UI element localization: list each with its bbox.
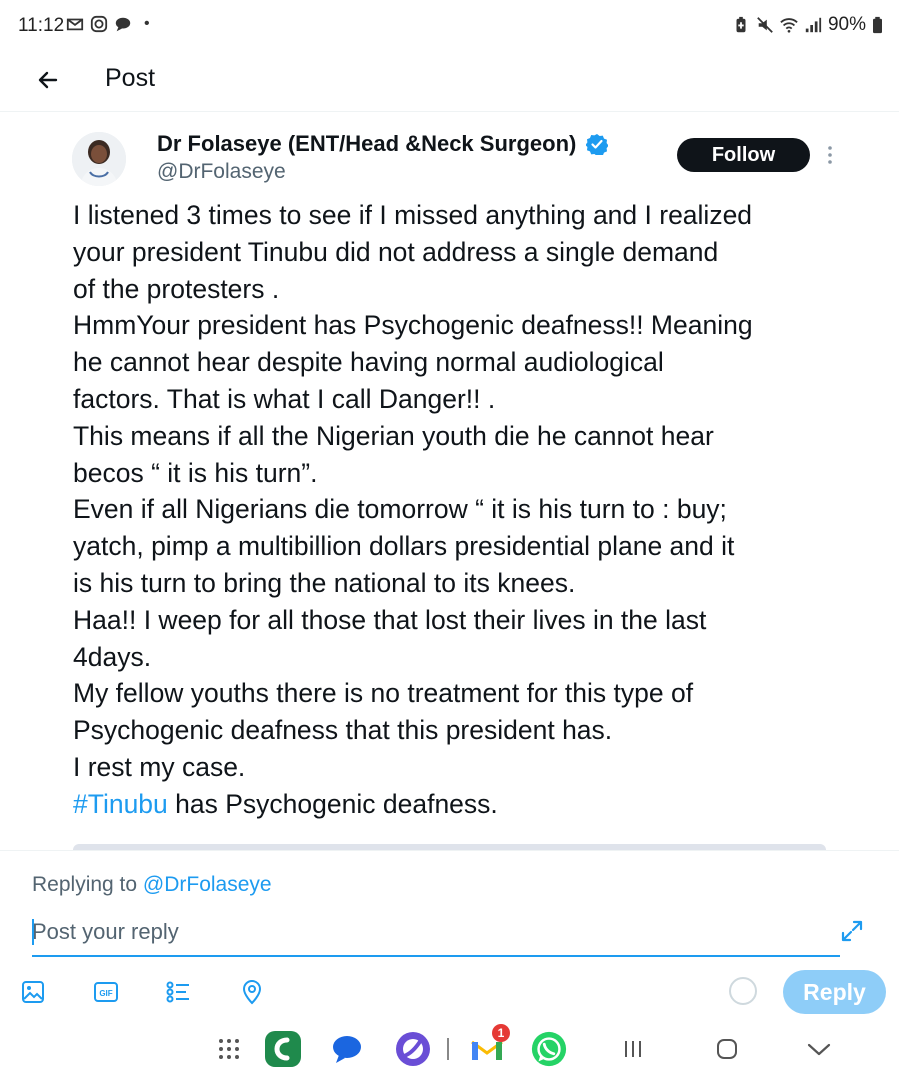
wifi-icon (780, 18, 798, 33)
post-line: factors. That is what I call Danger!! . (73, 383, 496, 414)
system-status-icons: 90% (732, 14, 883, 36)
home-icon (717, 1039, 737, 1059)
back-nav-button[interactable] (800, 1030, 838, 1068)
hashtag-link[interactable]: #Tinubu (73, 789, 168, 819)
avatar-image (72, 132, 126, 186)
post-line: HmmYour president has Psychogenic deafne… (73, 310, 753, 341)
author-handle[interactable]: @DrFolaseye (157, 160, 286, 184)
home-button[interactable] (708, 1030, 746, 1068)
reply-button[interactable]: Reply (783, 970, 886, 1014)
author-name-text: Dr Folaseye (ENT/Head &Neck Surgeon) (157, 131, 577, 156)
gmail-app[interactable]: 1 (468, 1024, 510, 1068)
image-icon[interactable] (20, 979, 46, 1005)
instagram-icon (90, 15, 108, 33)
svg-text:GIF: GIF (99, 989, 112, 998)
post-line: of the protesters . (73, 273, 280, 304)
whatsapp-app[interactable] (530, 1030, 568, 1068)
chevron-down-icon (807, 1043, 831, 1056)
chat-bubbles-icon (115, 17, 131, 32)
character-count-circle (729, 977, 757, 1005)
page-title: Post (105, 64, 156, 92)
status-time: 11:12 (18, 15, 65, 36)
author-name[interactable]: Dr Folaseye (ENT/Head &Neck Surgeon) (157, 131, 609, 157)
gmail-badge: 1 (492, 1024, 510, 1042)
app-drawer-button[interactable] (210, 1030, 248, 1068)
dock-divider (444, 1030, 452, 1068)
post-line-tail: has Psychogenic deafness. (167, 788, 498, 819)
messages-app-icon (333, 1036, 361, 1063)
replying-to-prefix: Replying to (32, 873, 143, 896)
green-phone-app-icon (265, 1031, 301, 1067)
top-app-bar: Post (0, 52, 899, 112)
post-line: 4days. (73, 641, 152, 672)
post-body: I listened 3 times to see if I missed an… (73, 197, 863, 823)
post-line: becos “ it is his turn”. (73, 457, 318, 488)
post-line: yatch, pimp a multibillion dollars presi… (73, 531, 735, 562)
replying-to: Replying to @DrFolaseye (32, 873, 272, 897)
post-line: Haa!! I weep for all those that lost the… (73, 604, 707, 635)
post-line: I rest my case. (73, 751, 246, 782)
post-line: Psychogenic deafness that this president… (73, 715, 613, 746)
replying-to-handle[interactable]: @DrFolaseye (143, 873, 272, 896)
arrow-left-icon (38, 71, 58, 89)
gif-icon[interactable]: GIF (93, 979, 119, 1005)
location-icon[interactable] (239, 979, 265, 1005)
whatsapp-app-icon (531, 1031, 567, 1067)
green-phone-app[interactable] (264, 1030, 302, 1068)
more-options-icon[interactable] (826, 144, 834, 166)
post-line: your president Tinubu did not address a … (73, 236, 719, 267)
post-line: This means if all the Nigerian youth die… (73, 420, 714, 451)
post-line: is his turn to bring the national to its… (73, 567, 576, 598)
avatar[interactable] (72, 132, 126, 186)
battery-icon (873, 16, 882, 34)
expand-icon[interactable] (838, 917, 866, 945)
system-navigation-bar: 1 (0, 1018, 899, 1080)
poll-icon[interactable] (165, 979, 191, 1005)
verified-badge-icon (586, 134, 609, 155)
messages-app[interactable] (328, 1030, 366, 1068)
notification-icons: • (66, 15, 150, 33)
status-bar: 11:12 • 90% (0, 0, 899, 52)
text-caret (32, 919, 34, 945)
post-line: My fellow youths there is no treatment f… (73, 678, 694, 709)
follow-button[interactable]: Follow (677, 138, 810, 172)
signal-icon (805, 17, 822, 33)
post-line: he cannot hear despite having normal aud… (73, 347, 664, 378)
mute-icon (757, 17, 773, 33)
status-dot: • (144, 15, 150, 32)
gmail-icon (66, 18, 84, 31)
browser-app-icon (396, 1032, 430, 1066)
app-drawer-icon (219, 1039, 239, 1059)
browser-app[interactable] (394, 1030, 432, 1068)
reply-composer: Replying to @DrFolaseye GIF Reply (0, 850, 899, 1018)
recents-icon (625, 1041, 641, 1057)
post-line: Even if all Nigerians die tomorrow “ it … (73, 494, 727, 525)
post-line: I listened 3 times to see if I missed an… (73, 200, 753, 230)
battery-percent: 90% (827, 14, 866, 35)
post-line-last: #Tinubu has Psychogenic deafness. (73, 786, 863, 823)
recents-button[interactable] (614, 1030, 652, 1068)
battery-saver-icon (736, 16, 746, 33)
back-button[interactable] (30, 62, 66, 98)
reply-input[interactable] (32, 915, 840, 957)
